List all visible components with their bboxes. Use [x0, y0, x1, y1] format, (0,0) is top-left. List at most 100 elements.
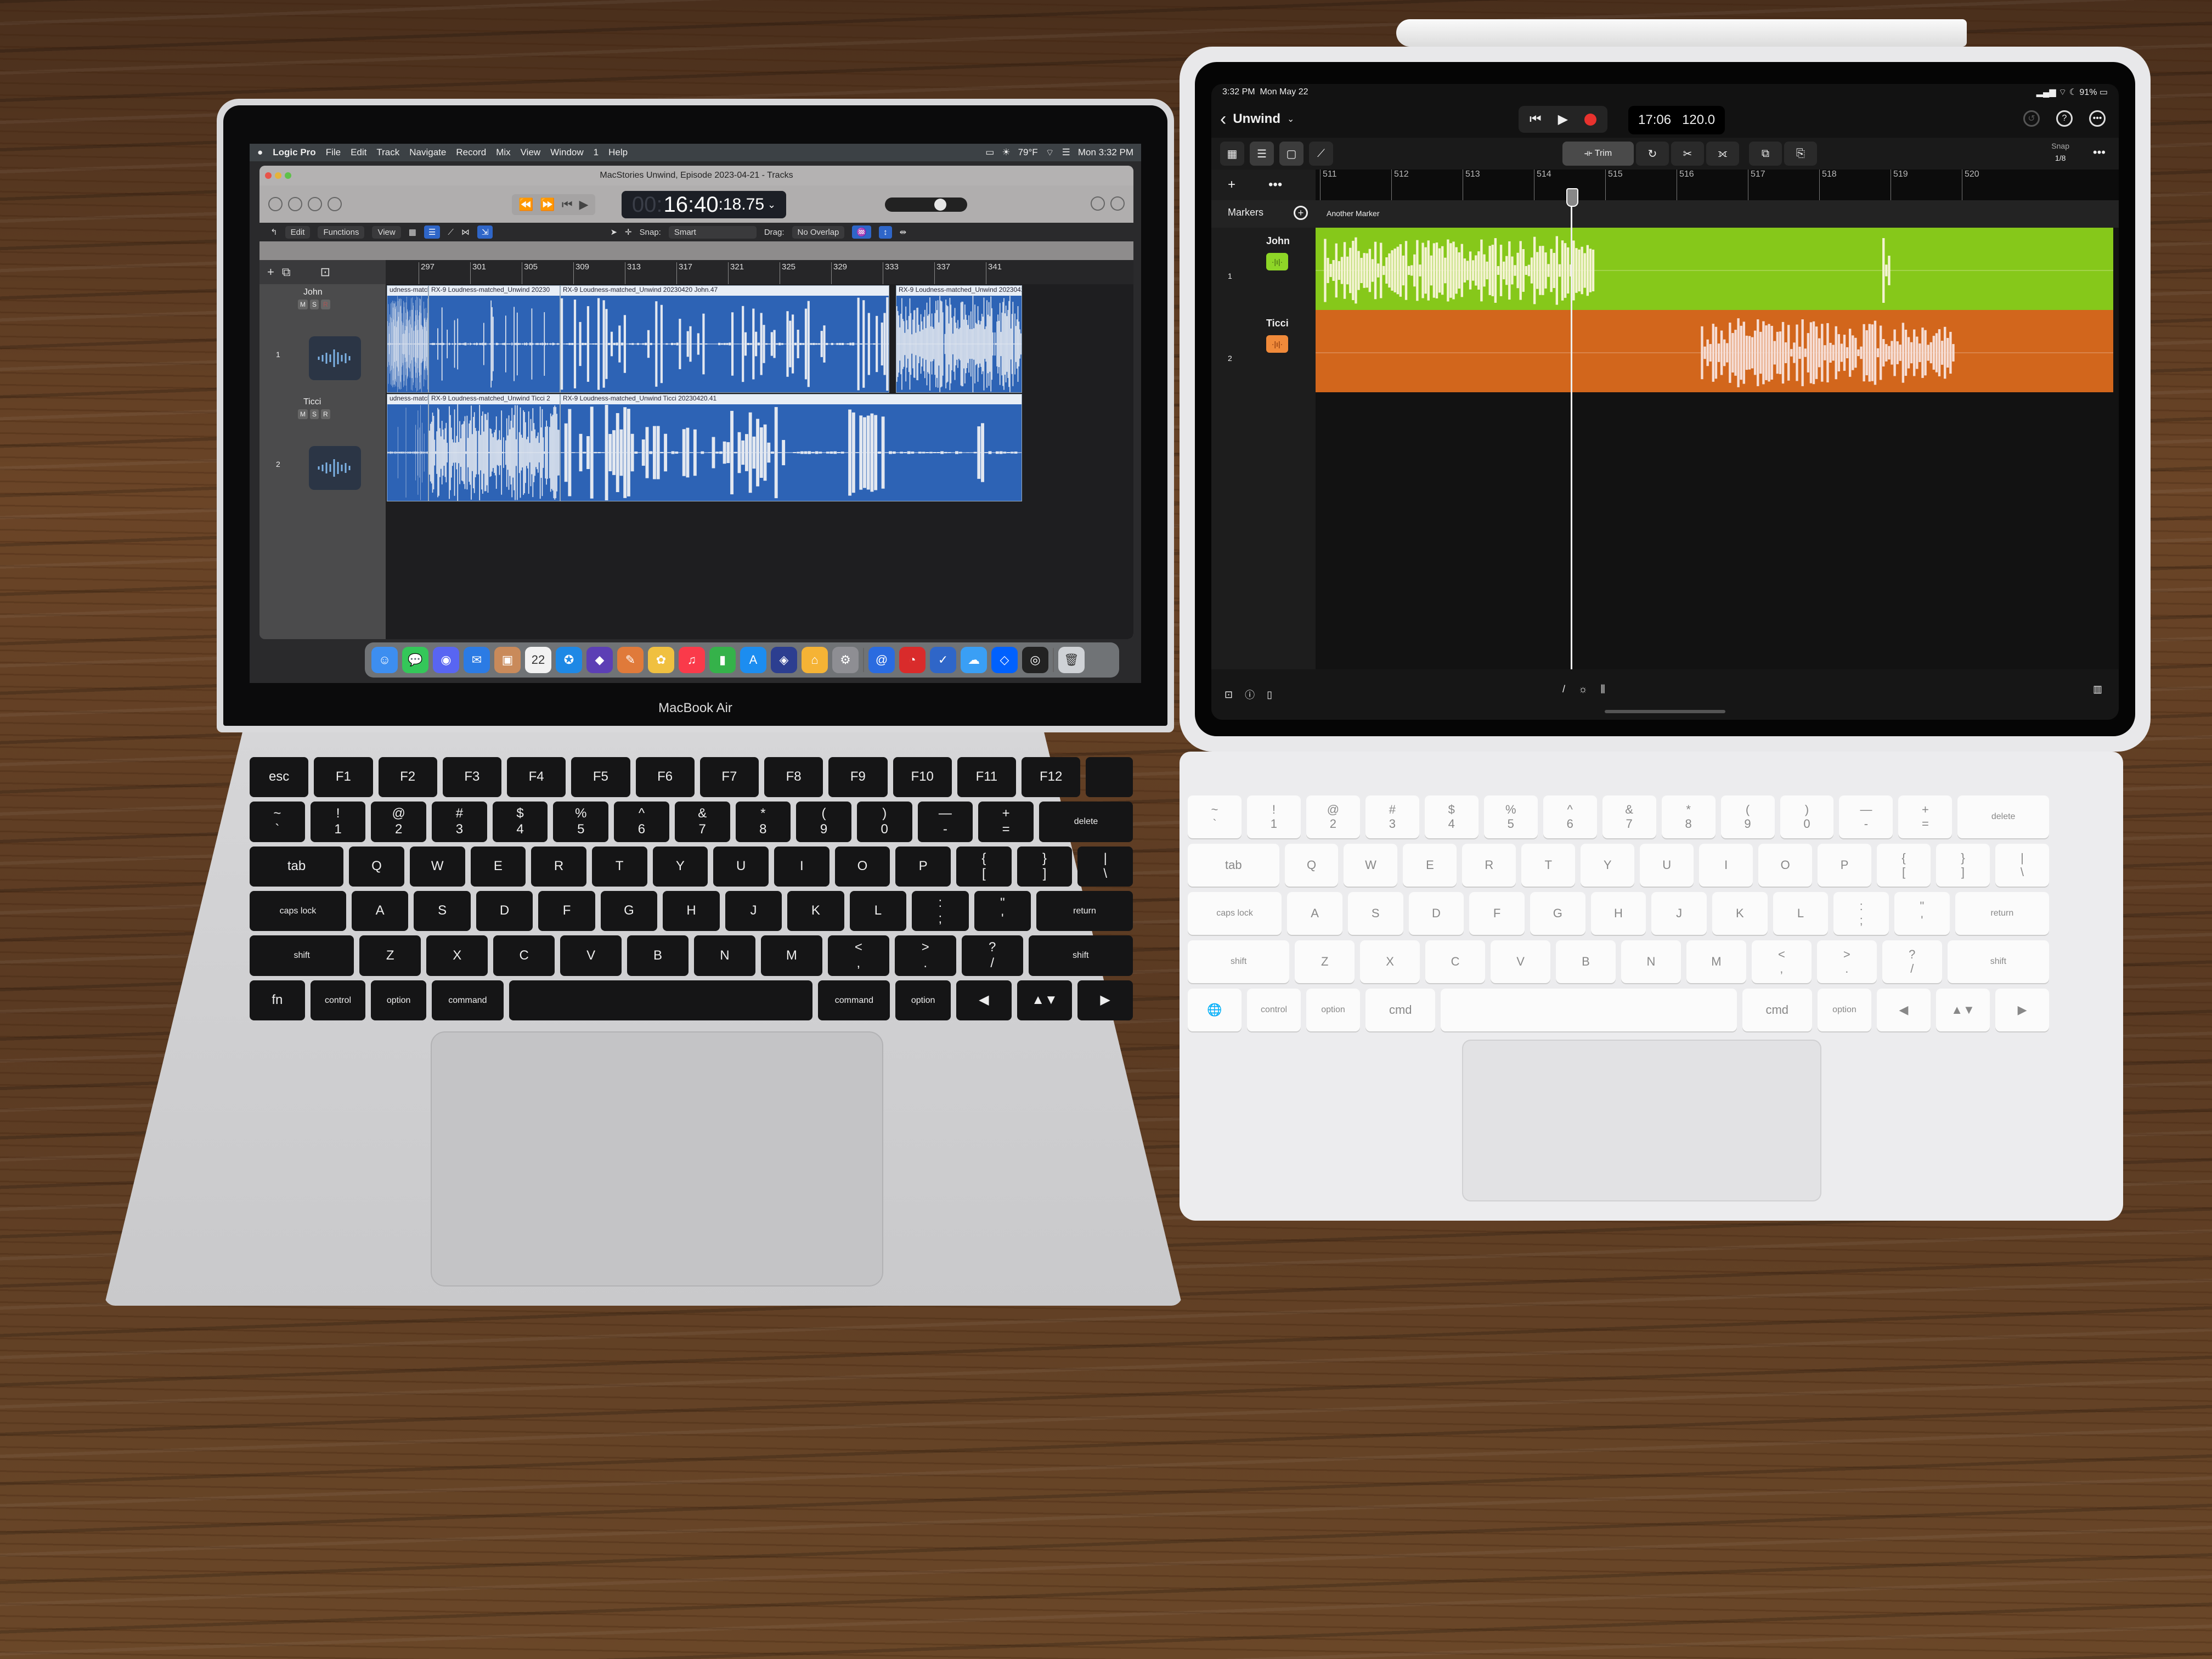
audio-region[interactable]	[1316, 228, 2113, 310]
key[interactable]: O	[834, 846, 890, 887]
undo-icon[interactable]: ↺	[2023, 110, 2040, 127]
key[interactable]: | \	[1995, 844, 2049, 887]
key[interactable]: * 8	[735, 802, 791, 842]
photos-icon[interactable]: ✿	[648, 647, 674, 673]
home-indicator[interactable]	[1605, 710, 1725, 713]
play-icon[interactable]: ▶	[1558, 111, 1568, 127]
key[interactable]: ~ `	[1188, 795, 1242, 838]
ipad-lcd[interactable]: 17:06 120.0	[1628, 106, 1725, 134]
key[interactable]: # 3	[1365, 795, 1419, 838]
track-header[interactable]: John M S R 1	[259, 284, 386, 394]
loop-tool-icon[interactable]: ↻	[1636, 142, 1669, 166]
weather-text[interactable]: 79°F	[1018, 147, 1038, 158]
key[interactable]: R	[531, 846, 586, 887]
record-icon[interactable]	[1584, 113, 1597, 126]
key[interactable]: * 8	[1661, 795, 1716, 838]
audio-region[interactable]	[1316, 310, 2113, 392]
key[interactable]: command	[431, 980, 504, 1020]
key[interactable]: | \	[1077, 846, 1133, 887]
discord-icon[interactable]: ◉	[433, 647, 459, 673]
menu-navigate[interactable]: Navigate	[409, 147, 446, 158]
audio-region[interactable]: udness-matche	[387, 285, 428, 393]
key[interactable]: fn	[250, 980, 305, 1020]
key[interactable]: shift	[1947, 940, 2049, 983]
audio-region[interactable]: RX-9 Loudness-matched_Unwind Ticci 20230…	[560, 394, 1022, 501]
key[interactable]: N	[693, 935, 755, 976]
messages-icon[interactable]: 💬	[402, 647, 428, 673]
cloud-icon[interactable]: ☁	[961, 647, 987, 673]
key[interactable]: F5	[571, 757, 630, 798]
key[interactable]: W	[409, 846, 465, 887]
flex-icon[interactable]: ⋈	[461, 227, 470, 237]
pointer-tool-icon[interactable]: ➤	[610, 227, 617, 237]
dropbox-icon[interactable]: ◇	[991, 647, 1018, 673]
key[interactable]: option	[1817, 989, 1871, 1031]
key[interactable]: O	[1758, 844, 1813, 887]
duplicate-icon[interactable]: ⧉	[1749, 142, 1782, 166]
global-tracks-icon[interactable]: ⊡	[320, 265, 330, 279]
key[interactable]: & 7	[1602, 795, 1656, 838]
menu-app-name[interactable]: Logic Pro	[273, 147, 315, 158]
add-track-icon[interactable]: +	[1228, 177, 1235, 193]
go-to-start-icon[interactable]: ⏮	[1530, 112, 1542, 127]
key[interactable]: Z	[359, 935, 421, 976]
key[interactable]: M	[1686, 940, 1746, 983]
automation-icon[interactable]: ⟋	[448, 228, 454, 237]
catch-icon[interactable]: ⇲	[477, 225, 493, 239]
key[interactable]: < ,	[1751, 940, 1812, 983]
bar-ruler[interactable]: 297 301 305 309 313 317 321 325 329 333 337 341	[386, 260, 1133, 284]
vertical-zoom-icon[interactable]: ↕	[879, 225, 892, 239]
key[interactable]: F4	[507, 757, 566, 798]
key[interactable]: option	[371, 980, 426, 1020]
key[interactable]: Y	[652, 846, 708, 887]
browser-grid-icon[interactable]: ▦	[1220, 142, 1244, 166]
key[interactable]: ( 9	[796, 802, 851, 842]
keyboard-icon[interactable]: ▥	[2093, 684, 2102, 695]
track-name[interactable]: Ticci	[1266, 318, 1289, 329]
key[interactable]: return	[1036, 891, 1133, 932]
key[interactable]: { [	[956, 846, 1012, 887]
obsidian-icon[interactable]: ◆	[586, 647, 613, 673]
pixelmator-icon[interactable]: ✎	[617, 647, 644, 673]
back-icon[interactable]: ‹	[1220, 109, 1226, 130]
key[interactable]: I	[1699, 844, 1753, 887]
key[interactable]: H	[663, 891, 720, 932]
key[interactable]: F2	[378, 757, 437, 798]
solo-button[interactable]: S	[310, 300, 319, 309]
key[interactable]: ^ 6	[614, 802, 669, 842]
key[interactable]: C	[493, 935, 555, 976]
key[interactable]: Q	[349, 846, 404, 887]
key[interactable]: C	[1425, 940, 1486, 983]
key[interactable]: F9	[828, 757, 888, 798]
add-track-icon[interactable]: +	[267, 265, 274, 279]
finder-icon[interactable]: ☺	[371, 647, 398, 673]
audio-region[interactable]: RX-9 Loudness-matched_Unwind 20230	[428, 285, 560, 393]
snap-select[interactable]: Smart	[668, 225, 757, 239]
key[interactable]: F	[1469, 892, 1525, 935]
horizontal-zoom-icon[interactable]: ⇹	[900, 227, 907, 237]
key[interactable]: option	[1306, 989, 1361, 1031]
project-title[interactable]: Unwind	[1233, 111, 1280, 127]
bar-ruler[interactable]: 511 512 513 514 515 516 517 518 519 520	[1316, 170, 2119, 200]
grid-view-icon[interactable]: ▦	[409, 227, 416, 237]
quick-help-icon[interactable]	[308, 197, 322, 211]
key[interactable]: @ 2	[1306, 795, 1360, 838]
key[interactable]: ! 1	[1246, 795, 1301, 838]
help-icon[interactable]: ?	[2056, 110, 2073, 127]
library-icon[interactable]	[268, 197, 283, 211]
key[interactable]: H	[1590, 892, 1646, 935]
key[interactable]: command	[818, 980, 890, 1020]
drag-select[interactable]: No Overlap	[792, 225, 845, 239]
key[interactable]: F8	[764, 757, 823, 798]
marker[interactable]: Another Marker	[1327, 209, 1379, 218]
key[interactable]: + =	[1898, 795, 1953, 838]
key[interactable]: & 7	[674, 802, 730, 842]
split-tool-icon[interactable]: ✂	[1671, 142, 1704, 166]
key[interactable]: W	[1344, 844, 1398, 887]
key[interactable]: ▶	[1077, 980, 1133, 1020]
lcd-display[interactable]: 00: 16:40 :18.75 ⌄	[622, 191, 786, 218]
toolbar-more-icon[interactable]: •••	[2093, 145, 2106, 160]
key[interactable]: X	[426, 935, 488, 976]
key[interactable]: P	[1818, 844, 1872, 887]
tracks-view-icon[interactable]: ☰	[1250, 142, 1274, 166]
